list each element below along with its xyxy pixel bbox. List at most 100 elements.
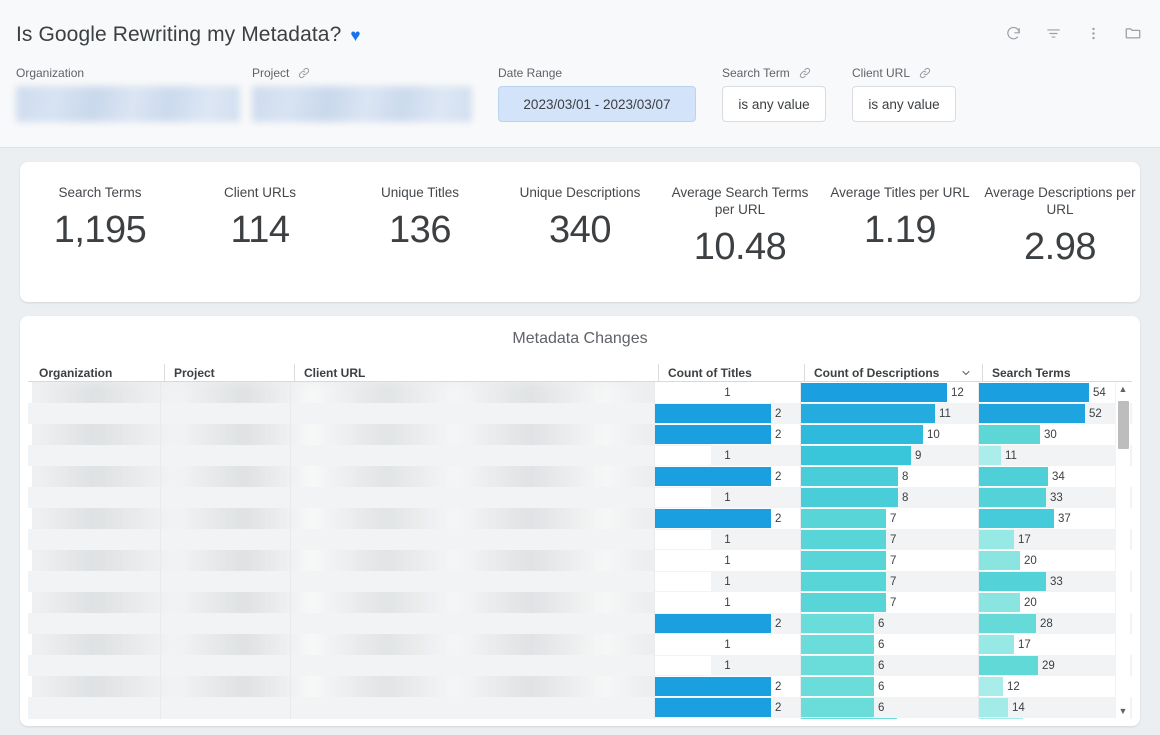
table-row[interactable]: 1629 <box>28 655 1132 676</box>
column-header-label: Search Terms <box>992 366 1071 380</box>
bar-fill <box>979 425 1040 444</box>
bar-fill <box>979 593 1020 612</box>
cell-project-redacted <box>160 613 290 634</box>
link-icon <box>297 66 311 80</box>
cell-value: 7 <box>886 550 896 571</box>
cell-value: 20 <box>1020 550 1037 571</box>
table-body: 1125421152210301911283418332737171717201… <box>28 382 1132 719</box>
filter-client-url[interactable]: Client URL is any value <box>852 66 956 122</box>
cell-organization-redacted <box>28 382 160 403</box>
column-header-count-of-titles[interactable]: Count of Titles <box>658 364 804 381</box>
table-row[interactable]: 1617 <box>28 634 1132 655</box>
cell-project-redacted <box>160 403 290 424</box>
cell-value: 2 <box>771 424 781 445</box>
column-header-client-url[interactable]: Client URL <box>294 364 658 381</box>
table-row[interactable]: 1720 <box>28 592 1132 613</box>
cell-value: 6 <box>874 655 884 676</box>
scroll-up-icon[interactable]: ▲ <box>1119 382 1128 397</box>
bar-fill <box>801 509 886 528</box>
table-row[interactable]: 11254 <box>28 382 1132 403</box>
table-vertical-scrollbar[interactable]: ▲ ▼ <box>1115 382 1130 719</box>
bar-fill <box>979 656 1038 675</box>
bar-fill <box>979 551 1020 570</box>
cell-value: 2 <box>771 697 781 718</box>
cell-search-terms: 29 <box>978 655 1124 676</box>
bar-fill <box>979 446 1001 465</box>
kpi-value: 114 <box>230 209 289 252</box>
more-vertical-icon[interactable] <box>1080 20 1106 46</box>
table-row[interactable]: 1720 <box>28 550 1132 571</box>
table-row[interactable]: 1833 <box>28 487 1132 508</box>
filter-icon[interactable] <box>1040 20 1066 46</box>
bar-fill <box>801 614 874 633</box>
kpi-tile: Average Descriptions per URL2.98 <box>980 184 1140 269</box>
table-row[interactable]: 1733 <box>28 571 1132 592</box>
table-row[interactable]: 21152 <box>28 403 1132 424</box>
table-row[interactable]: 1717 <box>28 529 1132 550</box>
cell-value: 33 <box>1046 571 1063 592</box>
date-range-value[interactable]: 2023/03/01 - 2023/03/07 <box>498 86 696 122</box>
column-header-organization[interactable]: Organization <box>32 364 164 381</box>
client-url-value[interactable]: is any value <box>852 86 956 122</box>
cell-count-of-descriptions: 7 <box>800 571 978 592</box>
cell-value: 34 <box>1048 466 1065 487</box>
column-header-search-terms[interactable]: Search Terms <box>982 364 1128 381</box>
filter-organization[interactable]: Organization <box>16 66 240 122</box>
table-row-partial[interactable] <box>28 718 1132 719</box>
column-header-label: Client URL <box>304 366 365 380</box>
cell-value: 2 <box>771 508 781 529</box>
cell-value: 2 <box>771 676 781 697</box>
cell-project-redacted <box>160 382 290 403</box>
kpi-tile: Search Terms1,195 <box>20 184 180 252</box>
cell-client-url-redacted <box>290 634 654 655</box>
table-row[interactable]: 2612 <box>28 676 1132 697</box>
cell-value: 12 <box>947 382 964 403</box>
filter-search-term[interactable]: Search Term is any value <box>722 66 826 122</box>
scrollbar-track[interactable] <box>1118 397 1129 704</box>
table-row[interactable]: 2737 <box>28 508 1132 529</box>
kpi-label: Average Titles per URL <box>830 184 969 201</box>
filter-project-value-redacted[interactable] <box>252 86 472 122</box>
scroll-down-icon[interactable]: ▼ <box>1119 704 1128 719</box>
heart-icon[interactable]: ♥ <box>350 27 360 44</box>
column-header-project[interactable]: Project <box>164 364 294 381</box>
bar-fill <box>979 614 1036 633</box>
cell-organization-redacted <box>28 529 160 550</box>
header-toolbar <box>1000 20 1146 46</box>
cell-value: 7 <box>886 508 896 529</box>
cell-project-redacted <box>160 718 290 719</box>
table-row[interactable]: 2834 <box>28 466 1132 487</box>
kpi-value: 1.19 <box>864 209 936 252</box>
cell-value: 14 <box>1008 697 1025 718</box>
kpi-value: 10.48 <box>694 226 787 269</box>
cell-value: 33 <box>1046 487 1063 508</box>
cell-client-url-redacted <box>290 550 654 571</box>
cell-count-of-descriptions: 7 <box>800 529 978 550</box>
refresh-icon[interactable] <box>1000 20 1026 46</box>
table-row[interactable]: 21030 <box>28 424 1132 445</box>
table-row[interactable]: 2614 <box>28 697 1132 718</box>
kpi-tile: Unique Descriptions340 <box>500 184 660 252</box>
cell-organization-redacted <box>28 676 160 697</box>
filter-date-range[interactable]: Date Range 2023/03/01 - 2023/03/07 <box>498 66 696 122</box>
table-row[interactable]: 2628 <box>28 613 1132 634</box>
search-term-value[interactable]: is any value <box>722 86 826 122</box>
bar-fill <box>801 551 886 570</box>
table-row[interactable]: 1911 <box>28 445 1132 466</box>
filter-organization-value-redacted[interactable] <box>16 86 240 122</box>
folder-icon[interactable] <box>1120 20 1146 46</box>
bar-fill <box>979 718 1023 719</box>
bar-fill <box>801 593 886 612</box>
scrollbar-thumb[interactable] <box>1118 401 1129 449</box>
cell-count-of-titles: 1 <box>654 634 800 655</box>
chevron-down-icon[interactable] <box>960 367 982 379</box>
kpi-label: Average Search Terms per URL <box>664 184 816 218</box>
cell-count-of-descriptions: 10 <box>800 424 978 445</box>
cell-value: 8 <box>898 487 908 508</box>
cell-count-of-descriptions: 9 <box>800 445 978 466</box>
bar-fill <box>655 677 771 696</box>
cell-client-url-redacted <box>290 487 654 508</box>
cell-count-of-descriptions: 8 <box>800 466 978 487</box>
column-header-count-of-descriptions[interactable]: Count of Descriptions <box>804 364 982 381</box>
filter-project[interactable]: Project <box>252 66 472 122</box>
